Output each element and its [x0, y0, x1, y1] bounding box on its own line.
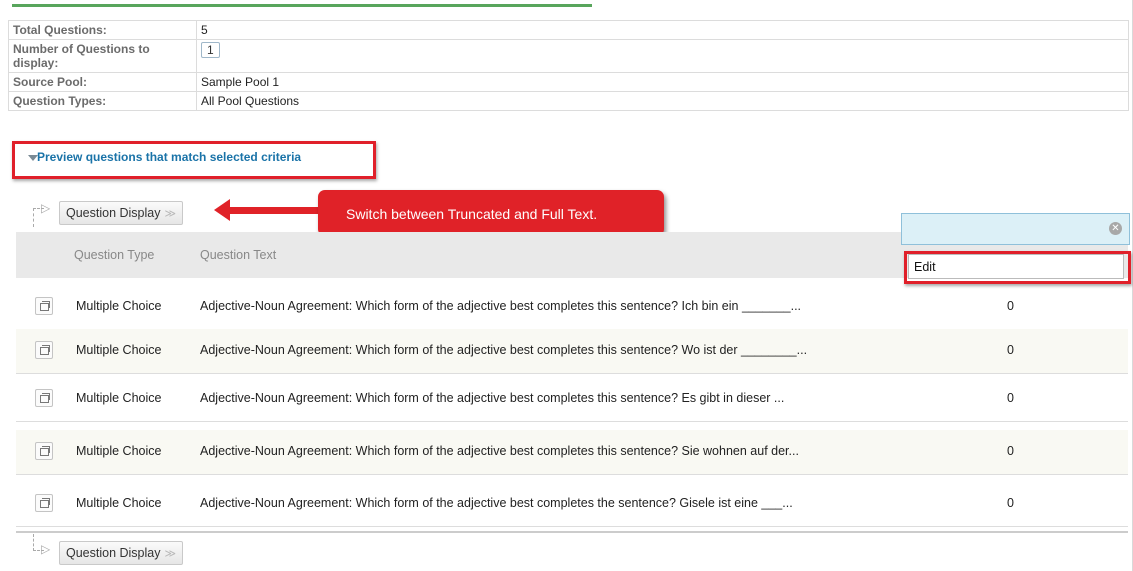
connector-arrow-icon: ▷: [41, 201, 51, 215]
question-display-label: Question Display: [66, 206, 161, 220]
criteria-table: Total Questions: 5 Number of Questions t…: [8, 20, 1129, 111]
menu-item-edit[interactable]: Edit: [908, 254, 1124, 279]
criteria-row: Total Questions: 5: [8, 20, 1129, 40]
menu-item-edit-label: Edit: [914, 260, 936, 274]
double-chevron-down-icon: ≫: [164, 548, 177, 560]
preview-window-icon[interactable]: [35, 341, 53, 359]
question-type: Multiple Choice: [76, 343, 162, 357]
table-bottom-divider: [16, 531, 1128, 533]
question-type: Multiple Choice: [76, 391, 162, 405]
column-header-text[interactable]: Question Text: [200, 248, 276, 262]
criteria-row: Number of Questions to display: 1: [8, 39, 1129, 73]
question-display-label: Question Display: [66, 546, 161, 560]
preview-window-icon[interactable]: [35, 442, 53, 460]
question-text: Adjective-Noun Agreement: Which form of …: [200, 444, 799, 458]
criteria-value-cell: 1: [196, 39, 1129, 73]
question-text: Adjective-Noun Agreement: Which form of …: [200, 391, 785, 405]
preview-window-icon[interactable]: [35, 389, 53, 407]
column-header-type[interactable]: Question Type: [74, 248, 154, 262]
criteria-row: Question Types: All Pool Questions: [8, 91, 1129, 111]
table-row: Multiple Choice Adjective-Noun Agreement…: [16, 482, 1128, 527]
callout-text: Switch between Truncated and Full Text.: [346, 206, 598, 222]
question-display-button-top[interactable]: Question Display ≫: [59, 201, 184, 225]
double-chevron-down-icon: ≫: [164, 208, 177, 220]
question-type: Multiple Choice: [76, 299, 162, 313]
criteria-label: Source Pool:: [8, 72, 197, 92]
table-row: Multiple Choice Adjective-Noun Agreement…: [16, 377, 1128, 422]
criteria-value: Sample Pool 1: [196, 72, 1129, 92]
clear-circle-icon[interactable]: ✕: [1109, 222, 1122, 235]
question-count: 0: [1007, 444, 1014, 458]
criteria-value: All Pool Questions: [196, 91, 1129, 111]
question-text: Adjective-Noun Agreement: Which form of …: [200, 343, 808, 357]
criteria-value: 5: [196, 20, 1129, 40]
preview-toggle-label: Preview questions that match selected cr…: [37, 150, 302, 164]
criteria-label: Total Questions:: [8, 20, 197, 40]
callout-arrow-line: [228, 207, 320, 214]
criteria-label: Number of Questions to display:: [8, 39, 197, 73]
question-count: 0: [1007, 391, 1014, 405]
question-display-button-bottom[interactable]: Question Display ≫: [59, 541, 184, 565]
question-type: Multiple Choice: [76, 444, 162, 458]
question-count: 0: [1007, 343, 1014, 357]
table-row: Multiple Choice Adjective-Noun Agreement…: [16, 430, 1128, 475]
criteria-label: Question Types:: [8, 91, 197, 111]
progress-line: [12, 4, 592, 7]
question-text: Adjective-Noun Agreement: Which form of …: [200, 496, 793, 510]
criteria-row: Source Pool: Sample Pool 1: [8, 72, 1129, 92]
context-menu-header: ✕: [901, 213, 1130, 245]
question-type: Multiple Choice: [76, 496, 162, 510]
table-row: Multiple Choice Adjective-Noun Agreement…: [16, 329, 1128, 374]
question-count: 0: [1007, 299, 1014, 313]
table-row: Multiple Choice Adjective-Noun Agreement…: [16, 285, 1128, 330]
question-text: Adjective-Noun Agreement: Which form of …: [200, 299, 802, 313]
preview-window-icon[interactable]: [35, 297, 53, 315]
preview-window-icon[interactable]: [35, 494, 53, 512]
connector-arrow-icon: ▷: [41, 542, 51, 556]
questions-to-display-input[interactable]: 1: [201, 42, 220, 58]
question-count: 0: [1007, 496, 1014, 510]
preview-toggle-link[interactable]: Preview questions that match selected cr…: [26, 150, 301, 164]
top-border: [0, 0, 1133, 571]
